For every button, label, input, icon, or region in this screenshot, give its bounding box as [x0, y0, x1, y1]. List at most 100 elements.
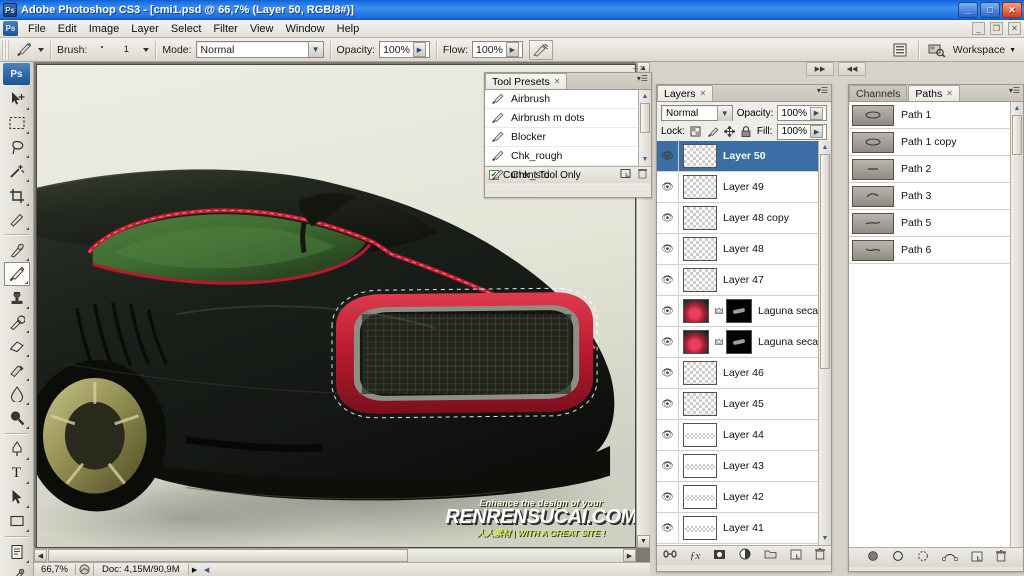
- table-row[interactable]: 👁 🜲 Laguna seca....: [657, 295, 831, 327]
- history-brush-tool[interactable]: [4, 310, 30, 334]
- magic-wand-tool[interactable]: [4, 159, 30, 183]
- new-path-icon[interactable]: [971, 551, 983, 565]
- adjustment-layer-icon[interactable]: [739, 548, 751, 563]
- table-row[interactable]: 👁 Layer 42: [657, 481, 831, 513]
- layer-thumbnail[interactable]: [683, 175, 717, 199]
- tab-layers[interactable]: Layers ✕: [657, 85, 714, 101]
- link-layers-icon[interactable]: [663, 549, 677, 562]
- layer-thumbnail[interactable]: [683, 423, 717, 447]
- brush-picker-caret[interactable]: [143, 47, 150, 52]
- paths-list[interactable]: Path 1 Path 1 copy Path 2 Path 3 Path 5 …: [849, 102, 1023, 547]
- zoom-level-input[interactable]: 66,7%: [34, 564, 76, 575]
- blend-mode-select[interactable]: Normal ▼: [195, 41, 324, 58]
- make-work-path-icon[interactable]: [941, 551, 958, 564]
- panel-menu-button[interactable]: ▾☰: [637, 75, 648, 83]
- preview-icon[interactable]: [76, 562, 94, 576]
- layer-thumbnail[interactable]: [683, 237, 717, 261]
- table-row[interactable]: 👁 Layer 44: [657, 419, 831, 451]
- layer-opacity-input[interactable]: 100% ▶: [777, 105, 827, 121]
- flow-slider-arrow[interactable]: ▶: [505, 42, 519, 57]
- list-item[interactable]: Path 1: [849, 102, 1023, 129]
- table-row[interactable]: 👁 Layer 50: [657, 141, 831, 172]
- path-thumbnail[interactable]: [852, 158, 894, 180]
- layer-visibility-icon[interactable]: 👁: [657, 357, 679, 389]
- layer-visibility-icon[interactable]: 👁: [657, 141, 679, 172]
- path-thumbnail[interactable]: [852, 104, 894, 126]
- path-thumbnail[interactable]: [852, 212, 894, 234]
- lock-transparent-pixels-icon[interactable]: [690, 126, 702, 138]
- scroll-up-button[interactable]: ▲: [639, 90, 651, 103]
- workspace-button[interactable]: Workspace ▼: [949, 40, 1024, 60]
- paths-scrollbar[interactable]: ▲: [1010, 102, 1023, 547]
- close-icon[interactable]: ✕: [639, 64, 648, 73]
- list-item[interactable]: Path 5: [849, 210, 1023, 237]
- lasso-tool[interactable]: [4, 135, 30, 159]
- layer-visibility-icon[interactable]: 👁: [657, 264, 679, 296]
- fill-slider-arrow[interactable]: ▶: [810, 125, 824, 138]
- layer-thumbnail[interactable]: [683, 206, 717, 230]
- lock-all-icon[interactable]: [740, 126, 752, 138]
- options-bar-grip[interactable]: [2, 39, 9, 60]
- layer-mask-thumbnail[interactable]: [726, 330, 752, 354]
- layer-blend-mode-select[interactable]: Normal ▼: [661, 105, 733, 121]
- layer-mask-thumbnail[interactable]: [726, 299, 752, 323]
- dodge-tool[interactable]: [4, 406, 30, 430]
- layer-visibility-icon[interactable]: 👁: [657, 295, 679, 327]
- layer-visibility-icon[interactable]: 👁: [657, 388, 679, 420]
- doc-minimize-button[interactable]: _: [972, 22, 985, 35]
- list-item[interactable]: Chk_std: [485, 166, 651, 185]
- mask-link-icon[interactable]: 🜲: [713, 333, 725, 351]
- layer-visibility-icon[interactable]: 👁: [657, 326, 679, 358]
- list-item[interactable]: Path 2: [849, 156, 1023, 183]
- list-item[interactable]: Blocker: [485, 128, 651, 147]
- table-row[interactable]: 👁 Layer 48: [657, 233, 831, 265]
- menu-item-edit[interactable]: Edit: [52, 21, 83, 37]
- tab-channels[interactable]: Channels: [849, 85, 908, 101]
- horizontal-scroll-thumb[interactable]: [48, 549, 408, 562]
- path-thumbnail[interactable]: [852, 131, 894, 153]
- scroll-thumb[interactable]: [640, 103, 650, 133]
- status-menu-arrow[interactable]: ▶: [189, 566, 201, 574]
- layer-thumbnail[interactable]: [683, 330, 709, 354]
- load-selection-icon[interactable]: [917, 550, 929, 565]
- layer-fill-input[interactable]: 100% ▶: [777, 123, 828, 140]
- scroll-up-button[interactable]: ▲: [819, 141, 831, 154]
- chevron-down-icon[interactable]: ▼: [307, 42, 323, 57]
- menu-item-view[interactable]: View: [244, 21, 280, 37]
- layer-visibility-icon[interactable]: 👁: [657, 481, 679, 513]
- layer-mask-icon[interactable]: [713, 549, 726, 563]
- menu-item-select[interactable]: Select: [165, 21, 208, 37]
- pen-tool[interactable]: [4, 437, 30, 461]
- layer-style-icon[interactable]: ƒx: [690, 550, 700, 562]
- menu-item-image[interactable]: Image: [83, 21, 126, 37]
- close-icon[interactable]: ✕: [946, 89, 953, 98]
- path-thumbnail[interactable]: [852, 185, 894, 207]
- minimize-button[interactable]: _: [958, 2, 978, 18]
- scroll-down-button[interactable]: ▼: [639, 153, 651, 166]
- eraser-tool[interactable]: [4, 334, 30, 358]
- rectangular-marquee-tool[interactable]: [4, 111, 30, 135]
- brush-tool[interactable]: [3, 262, 30, 286]
- eyedropper-tool[interactable]: [4, 564, 30, 576]
- close-icon[interactable]: ✕: [700, 89, 707, 98]
- status-left-arrow[interactable]: ◀: [201, 566, 213, 574]
- menu-item-layer[interactable]: Layer: [125, 21, 165, 37]
- menu-item-help[interactable]: Help: [331, 21, 366, 37]
- list-item[interactable]: Airbrush: [485, 90, 651, 109]
- clone-stamp-tool[interactable]: [4, 286, 30, 310]
- layers-scrollbar[interactable]: ▲ ▼: [818, 141, 831, 545]
- tab-paths[interactable]: Paths ✕: [908, 85, 960, 101]
- layer-visibility-icon[interactable]: 👁: [657, 171, 679, 203]
- doc-close-button[interactable]: ✕: [1008, 22, 1021, 35]
- menu-item-window[interactable]: Window: [280, 21, 331, 37]
- brush-preview-icon[interactable]: [91, 41, 113, 59]
- table-row[interactable]: 👁 Layer 49: [657, 171, 831, 203]
- layer-visibility-icon[interactable]: 👁: [657, 202, 679, 234]
- lock-position-icon[interactable]: [723, 126, 736, 138]
- table-row[interactable]: 👁 Layer 48 copy: [657, 202, 831, 234]
- lock-image-pixels-icon[interactable]: [707, 126, 719, 138]
- table-row[interactable]: 👁 Layer 43: [657, 450, 831, 482]
- opacity-input[interactable]: 100% ▶: [379, 41, 430, 58]
- palette-well-icon[interactable]: [888, 40, 912, 60]
- maximize-button[interactable]: □: [980, 2, 1000, 18]
